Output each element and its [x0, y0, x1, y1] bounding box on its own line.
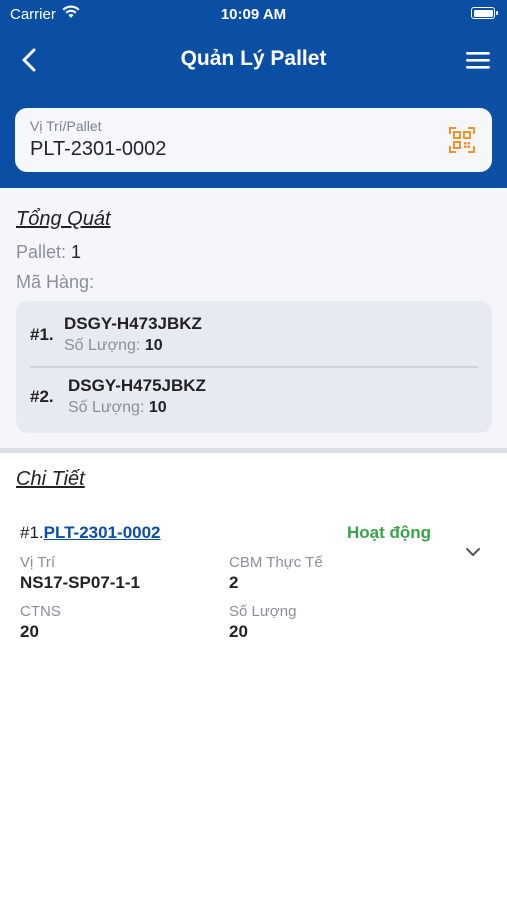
ctns-label: CTNS	[20, 603, 61, 620]
battery-icon	[471, 7, 498, 19]
item-qty-value: 10	[148, 399, 167, 416]
page-title: Quản Lý Pallet	[180, 47, 327, 70]
list-item: #2. DSGY-H475JBKZ Số Lượng: 10	[16, 363, 492, 425]
product-code-label: Mã Hàng:	[16, 272, 95, 292]
item-index: #1.	[30, 325, 54, 344]
item-qty: Số Lượng: 10	[64, 337, 163, 355]
item-qty-label: Số Lượng:	[68, 399, 145, 416]
chevron-down-icon[interactable]	[462, 543, 484, 561]
item-qty-value: 10	[144, 337, 163, 354]
cbm-label: CBM Thực Tế	[229, 554, 323, 571]
pallet-count-row: Pallet: 1	[16, 242, 81, 263]
location-value: NS17-SP07-1-1	[20, 573, 141, 592]
item-index: #2.	[30, 387, 54, 406]
overview-title: Tổng Quát	[16, 208, 111, 230]
qr-scan-icon[interactable]	[448, 126, 476, 154]
list-item: #1. DSGY-H473JBKZ Số Lượng: 10	[16, 301, 492, 363]
pallet-card-header: #1.PLT-2301-0002	[20, 523, 161, 543]
item-qty: Số Lượng: 10	[68, 399, 167, 417]
detail-title: Chi Tiết	[16, 468, 85, 490]
search-input[interactable]	[30, 138, 430, 161]
status-bar: Carrier 10:09 AM	[0, 0, 507, 30]
pallet-link[interactable]: PLT-2301-0002	[44, 523, 161, 542]
pallet-card-index: #1.	[20, 523, 44, 542]
ctns-value: 20	[20, 622, 39, 641]
pallet-count-value: 1	[71, 242, 82, 262]
detail-section: Chi Tiết #1.PLT-2301-0002 Hoạt động Vị T…	[0, 453, 507, 900]
qty-label: Số Lượng	[229, 603, 297, 620]
item-code: DSGY-H473JBKZ	[64, 314, 202, 333]
status-time: 10:09 AM	[220, 6, 287, 23]
item-code: DSGY-H475JBKZ	[68, 376, 206, 395]
product-list: #1. DSGY-H473JBKZ Số Lượng: 10 #2. DSGY-…	[16, 301, 492, 433]
status-badge: Hoạt động	[347, 523, 432, 542]
nav-bar: Quản Lý Pallet	[0, 38, 507, 82]
app-header: Carrier 10:09 AM Quản Lý Pallet Vị Trí/P…	[0, 0, 507, 188]
qty-value: 20	[229, 622, 248, 641]
location-label: Vị Trí	[20, 554, 56, 571]
pallet-count-label: Pallet:	[16, 242, 67, 262]
overview-section: Tổng Quát Pallet: 1 Mã Hàng: #1. DSGY-H4…	[0, 188, 507, 448]
menu-button[interactable]	[465, 48, 491, 72]
item-qty-label: Số Lượng:	[64, 337, 141, 354]
cbm-value: 2	[229, 573, 239, 592]
search-label: Vị Trí/Pallet	[30, 118, 102, 134]
pallet-search-field[interactable]: Vị Trí/Pallet	[15, 108, 492, 172]
